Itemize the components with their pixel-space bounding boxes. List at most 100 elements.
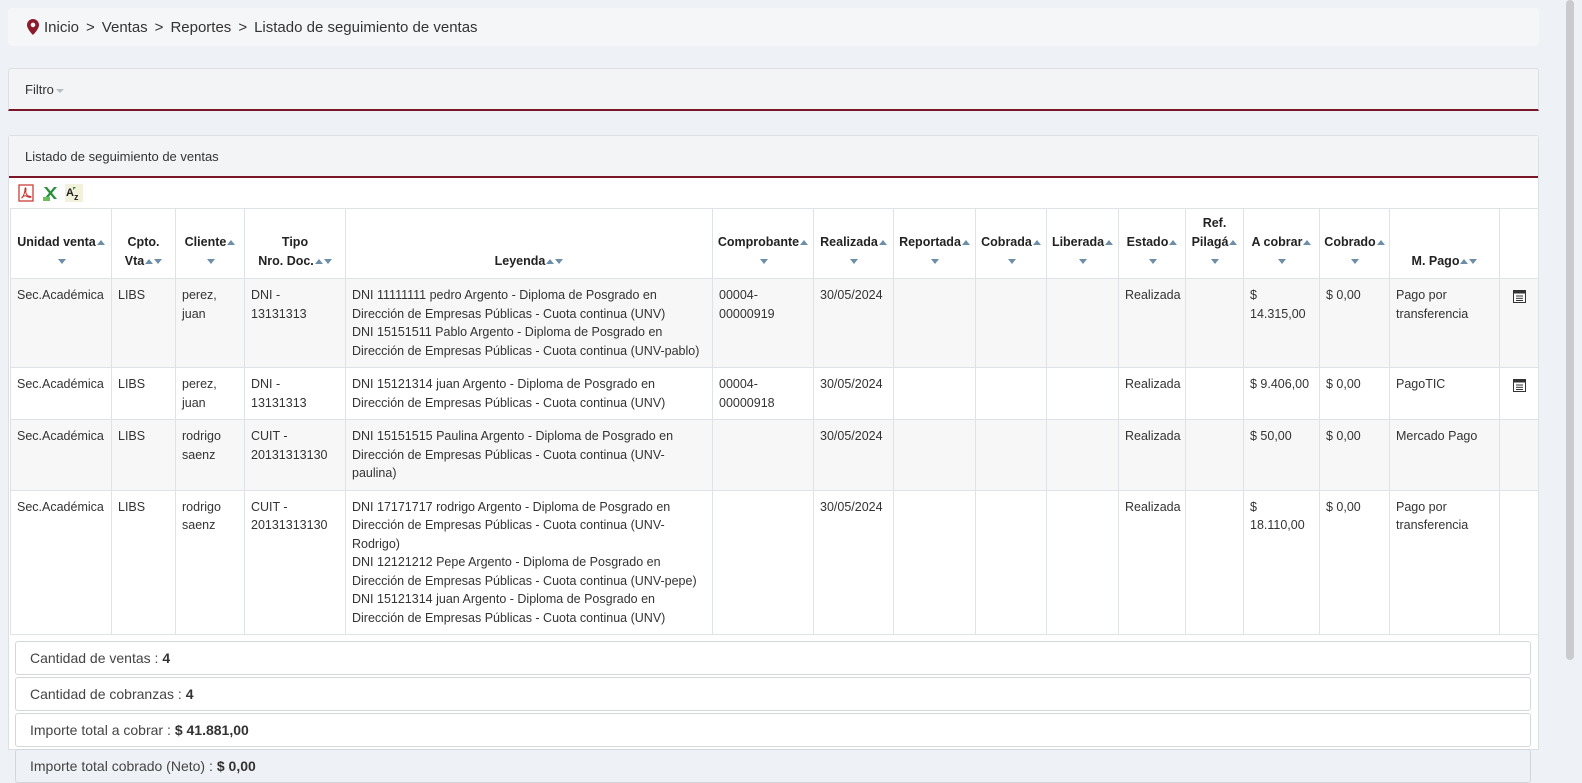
- cell-a-cobrar: $ 18.110,00: [1243, 489, 1320, 635]
- col-header-m-pago[interactable]: M. Pago: [1389, 208, 1500, 279]
- sort-down-icon[interactable]: [1469, 259, 1478, 265]
- col-header-unidad[interactable]: Unidad venta: [10, 208, 112, 279]
- sort-up-icon[interactable]: [1105, 240, 1114, 246]
- cell-leyenda: DNI 11111111 pedro Argento - Diploma de …: [345, 278, 713, 368]
- col-header-tipo-doc[interactable]: Tipo Nro. Doc.: [244, 208, 346, 279]
- detail-list-icon[interactable]: [1512, 290, 1526, 303]
- chevron-down-icon[interactable]: [55, 88, 64, 93]
- summary-collections-count: Cantidad de cobranzas : 4: [15, 677, 1531, 711]
- cell-reportada: [893, 278, 976, 368]
- cell-a-cobrar: $ 50,00: [1243, 419, 1320, 491]
- cell-cpto: LIBS: [111, 367, 176, 420]
- cell-cliente: rodrigo saenz: [175, 489, 245, 635]
- header-label: Vta: [124, 254, 145, 268]
- breadcrumb: Inicio > Ventas > Reportes > Listado de …: [8, 8, 1539, 46]
- cell-estado: Realizada: [1118, 489, 1186, 635]
- cell-reportada: [893, 367, 976, 420]
- cell-cobrado: $ 0,00: [1319, 489, 1390, 635]
- table-row: Sec.Académica LIBS rodrigo saenz CUIT - …: [10, 489, 1539, 635]
- sort-up-icon[interactable]: [546, 259, 555, 265]
- cell-tipo-doc: DNI - 13131313: [244, 278, 346, 368]
- sort-down-icon[interactable]: [555, 259, 564, 265]
- col-header-cobrada[interactable]: Cobrada: [975, 208, 1047, 279]
- sort-up-icon[interactable]: [1169, 240, 1178, 246]
- detail-list-icon[interactable]: [1512, 379, 1526, 392]
- sort-up-icon[interactable]: [96, 240, 105, 246]
- sort-up-icon[interactable]: [1303, 240, 1312, 246]
- col-header-reportada[interactable]: Reportada: [893, 208, 976, 279]
- leyenda-line: DNI 15151511 Pablo Argento - Diploma de …: [352, 325, 700, 358]
- pdf-export-icon[interactable]: [17, 184, 35, 202]
- sort-az-icon[interactable]: A z: [65, 184, 83, 202]
- table-row: Sec.Académica LIBS rodrigo saenz CUIT - …: [10, 419, 1539, 491]
- col-header-cpto[interactable]: Cpto. Vta: [111, 208, 176, 279]
- col-header-cliente[interactable]: Cliente: [175, 208, 245, 279]
- col-header-liberada[interactable]: Liberada: [1046, 208, 1119, 279]
- sort-up-icon[interactable]: [1032, 240, 1041, 246]
- sales-list-panel: Listado de seguimiento de ventas A z Uni…: [8, 135, 1539, 783]
- header-label: Cliente: [184, 235, 227, 249]
- cell-cpto: LIBS: [111, 489, 176, 635]
- sort-up-icon[interactable]: [145, 259, 154, 265]
- breadcrumb-home[interactable]: Inicio: [44, 19, 79, 36]
- header-label: Pilagá: [1191, 235, 1229, 249]
- summary-label: Importe total a cobrar :: [30, 722, 171, 738]
- sort-down-icon[interactable]: [1278, 259, 1286, 265]
- header-label: Ref.: [1202, 216, 1227, 230]
- breadcrumb-ventas[interactable]: Ventas: [102, 19, 148, 36]
- sort-down-icon[interactable]: [206, 259, 215, 265]
- filter-panel-header[interactable]: Filtro: [8, 68, 1539, 111]
- breadcrumb-current: Listado de seguimiento de ventas: [254, 18, 478, 36]
- sort-up-icon[interactable]: [227, 240, 236, 246]
- sort-up-icon[interactable]: [314, 259, 323, 265]
- sort-down-icon[interactable]: [1351, 259, 1359, 265]
- cell-ref-pilaga: [1185, 489, 1244, 635]
- sort-up-icon[interactable]: [1460, 259, 1469, 265]
- sort-up-icon[interactable]: [1376, 240, 1385, 246]
- sort-down-icon[interactable]: [1007, 259, 1016, 265]
- header-label: Comprobante: [717, 235, 800, 249]
- cell-unidad: Sec.Académica: [10, 489, 112, 635]
- excel-export-icon[interactable]: [41, 184, 59, 202]
- header-label: Cobrado: [1324, 235, 1376, 249]
- breadcrumb-reportes[interactable]: Reportes: [170, 19, 231, 36]
- cell-cliente: perez, juan: [175, 367, 245, 420]
- sort-down-icon[interactable]: [850, 259, 858, 265]
- sort-down-icon[interactable]: [1211, 259, 1219, 265]
- col-header-a-cobrar[interactable]: A cobrar: [1243, 208, 1320, 279]
- col-header-realizada[interactable]: Realizada: [813, 208, 894, 279]
- header-label: Estado: [1126, 235, 1169, 249]
- col-header-cobrado[interactable]: Cobrado: [1319, 208, 1390, 279]
- sort-up-icon[interactable]: [1229, 240, 1238, 246]
- summary-sales-count: Cantidad de ventas : 4: [15, 641, 1531, 675]
- col-header-estado[interactable]: Estado: [1118, 208, 1186, 279]
- col-header-comprobante[interactable]: Comprobante: [712, 208, 814, 279]
- sort-down-icon[interactable]: [154, 259, 163, 265]
- cell-unidad: Sec.Académica: [10, 367, 112, 420]
- sort-down-icon[interactable]: [323, 259, 332, 265]
- sales-tracking-table: Unidad venta Cpto. Vta Cliente Tipo Nro.…: [10, 208, 1539, 635]
- cell-actions: [1499, 419, 1539, 491]
- sort-up-icon[interactable]: [800, 240, 809, 246]
- filter-title[interactable]: Filtro: [25, 82, 54, 97]
- sort-down-icon[interactable]: [57, 259, 66, 265]
- cell-tipo-doc: CUIT - 20131313130: [244, 419, 346, 491]
- header-label: Leyenda: [494, 254, 546, 268]
- cell-cobrada: [975, 278, 1047, 368]
- cell-cobrada: [975, 419, 1047, 491]
- cell-cpto: LIBS: [111, 419, 176, 491]
- summary-label: Cantidad de cobranzas :: [30, 686, 182, 702]
- sort-down-icon[interactable]: [1079, 259, 1087, 265]
- sort-up-icon[interactable]: [878, 240, 887, 246]
- col-header-ref-pilaga[interactable]: Ref. Pilagá: [1185, 208, 1244, 279]
- sort-up-icon[interactable]: [961, 240, 970, 246]
- sort-down-icon[interactable]: [759, 259, 768, 265]
- page-scrollbar[interactable]: [1566, 0, 1574, 660]
- leyenda-line: DNI 15151515 Paulina Argento - Diploma d…: [352, 429, 674, 480]
- col-header-leyenda[interactable]: Leyenda: [345, 208, 713, 279]
- sort-down-icon[interactable]: [1148, 259, 1157, 265]
- cell-liberada: [1046, 367, 1119, 420]
- summary-value: 4: [185, 686, 194, 702]
- cell-unidad: Sec.Académica: [10, 419, 112, 491]
- sort-down-icon[interactable]: [931, 259, 939, 265]
